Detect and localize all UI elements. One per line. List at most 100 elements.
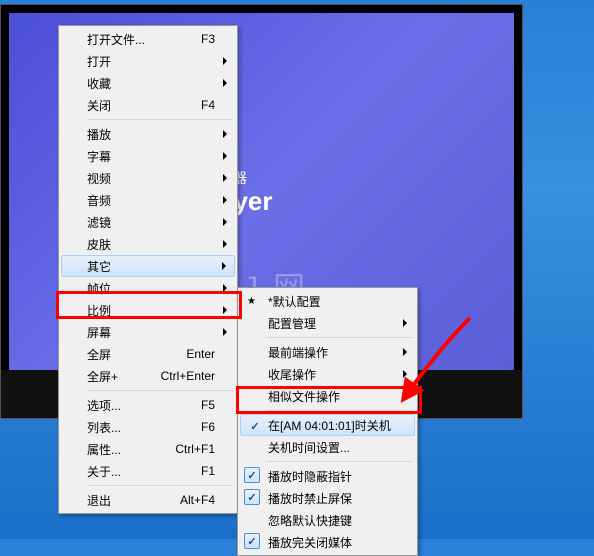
menu-item[interactable]: 打开文件... F3: [61, 28, 235, 50]
menu-item[interactable]: 属性... Ctrl+F1: [61, 438, 235, 460]
menu-item-label: 帧位: [87, 280, 229, 297]
menu-item-shortcut: F1: [201, 464, 215, 478]
submenu-arrow-icon: [223, 284, 227, 292]
submenu-arrow-icon: [403, 392, 407, 400]
menu-item-shortcut: F3: [201, 32, 215, 46]
submenu-arrow-icon: [403, 348, 407, 356]
submenu-item[interactable]: 忽略默认快捷键: [240, 509, 415, 531]
submenu-arrow-icon: [223, 196, 227, 204]
menu-item[interactable]: 字幕: [61, 145, 235, 167]
menu-item[interactable]: 关闭 F4: [61, 94, 235, 116]
menu-separator: [266, 461, 413, 462]
menu-item[interactable]: 屏幕: [61, 321, 235, 343]
menu-item-label: 视频: [87, 170, 229, 187]
menu-item-label: 打开文件...: [87, 31, 193, 48]
menu-item[interactable]: 播放: [61, 123, 235, 145]
check-icon: ✓: [247, 418, 263, 434]
menu-item[interactable]: 关于... F1: [61, 460, 235, 482]
submenu-arrow-icon: [403, 319, 407, 327]
submenu-item-label: 配置管理: [268, 315, 316, 332]
submenu-item-label: 最前端操作: [268, 344, 328, 361]
submenu-arrow-icon: [223, 79, 227, 87]
menu-item[interactable]: 皮肤: [61, 233, 235, 255]
menu-item-label: 比例: [87, 302, 229, 319]
submenu-item-label: 在[AM 04:01:01]时关机: [268, 417, 391, 434]
menu-separator: [266, 410, 413, 411]
menu-item[interactable]: 退出 Alt+F4: [61, 489, 235, 511]
menu-item-label: 收藏: [87, 75, 229, 92]
check-icon: ✓: [244, 489, 260, 505]
menu-item-label: 滤镜: [87, 214, 229, 231]
menu-item-label: 列表...: [87, 419, 193, 436]
submenu-item[interactable]: 关机时间设置...: [240, 436, 415, 458]
menu-item-label: 屏幕: [87, 324, 229, 341]
submenu-arrow-icon: [222, 262, 226, 270]
menu-item[interactable]: 打开: [61, 50, 235, 72]
menu-separator: [87, 119, 233, 120]
submenu-item-label: 播放时禁止屏保: [268, 490, 352, 507]
check-icon: ✓: [244, 533, 260, 549]
menu-item-shortcut: F4: [201, 98, 215, 112]
submenu-arrow-icon: [403, 370, 407, 378]
menu-item[interactable]: 全屏 Enter: [61, 343, 235, 365]
submenu-item-label: 收尾操作: [268, 366, 316, 383]
submenu-arrow-icon: [223, 306, 227, 314]
submenu-other[interactable]: ★ *默认配置配置管理最前端操作收尾操作相似文件操作 ✓ 在[AM 04:01:01]…: [237, 287, 418, 556]
menu-item-label: 皮肤: [87, 236, 229, 253]
menu-item[interactable]: 帧位: [61, 277, 235, 299]
menu-item-shortcut: Enter: [186, 347, 215, 361]
menu-item[interactable]: 其它: [61, 255, 235, 277]
menu-item-label: 其它: [87, 258, 229, 275]
menu-item[interactable]: 比例: [61, 299, 235, 321]
submenu-item[interactable]: ✓ 在[AM 04:01:01]时关机: [240, 414, 415, 436]
submenu-item[interactable]: 收尾操作: [240, 363, 415, 385]
submenu-item[interactable]: 最前端操作: [240, 341, 415, 363]
menu-item-label: 全屏+: [87, 368, 153, 385]
submenu-item-label: 相似文件操作: [268, 388, 340, 405]
submenu-item[interactable]: ✓ 播放时隐蔽指针: [240, 465, 415, 487]
submenu-arrow-icon: [223, 152, 227, 160]
menu-item-label: 打开: [87, 53, 229, 70]
submenu-arrow-icon: [223, 130, 227, 138]
menu-item-label: 关于...: [87, 463, 193, 480]
submenu-arrow-icon: [223, 240, 227, 248]
submenu-item[interactable]: 配置管理: [240, 312, 415, 334]
check-icon: ✓: [244, 467, 260, 483]
menu-item-label: 选项...: [87, 397, 193, 414]
menu-item[interactable]: 全屏+ Ctrl+Enter: [61, 365, 235, 387]
menu-item-label: 全屏: [87, 346, 178, 363]
menu-separator: [87, 390, 233, 391]
menu-item[interactable]: 收藏: [61, 72, 235, 94]
menu-item-label: 音频: [87, 192, 229, 209]
submenu-item[interactable]: ✓ 播放完关闭媒体: [240, 531, 415, 553]
menu-item-label: 属性...: [87, 441, 167, 458]
submenu-arrow-icon: [223, 218, 227, 226]
submenu-item-label: 忽略默认快捷键: [268, 512, 352, 529]
menu-item-label: 字幕: [87, 148, 229, 165]
submenu-arrow-icon: [223, 174, 227, 182]
submenu-item-label: 关机时间设置...: [268, 439, 350, 456]
menu-item-shortcut: Ctrl+F1: [175, 442, 215, 456]
menu-item-shortcut: Ctrl+Enter: [161, 369, 215, 383]
menu-item[interactable]: 音频: [61, 189, 235, 211]
menu-item-shortcut: F5: [201, 398, 215, 412]
menu-item[interactable]: 滤镜: [61, 211, 235, 233]
submenu-arrow-icon: [223, 57, 227, 65]
menu-item[interactable]: 视频: [61, 167, 235, 189]
menu-item-label: 退出: [87, 492, 172, 509]
submenu-arrow-icon: [223, 328, 227, 336]
submenu-item[interactable]: ✓ 播放时禁止屏保: [240, 487, 415, 509]
submenu-item-label: 播放时隐蔽指针: [268, 468, 352, 485]
menu-item[interactable]: 选项... F5: [61, 394, 235, 416]
menu-item[interactable]: 列表...F6: [61, 416, 235, 438]
submenu-item-label: 播放完关闭媒体: [268, 534, 352, 551]
menu-separator: [87, 485, 233, 486]
menu-separator: [266, 337, 413, 338]
star-icon: ★: [247, 296, 256, 307]
menu-item-label: 关闭: [87, 97, 193, 114]
submenu-item[interactable]: 相似文件操作: [240, 385, 415, 407]
menu-item-shortcut: Alt+F4: [180, 493, 215, 507]
context-menu[interactable]: 打开文件... F3 打开收藏关闭 F4 播放字幕视频音频滤镜皮肤其它帧位比例屏幕全屏 E…: [58, 25, 238, 514]
submenu-item[interactable]: ★ *默认配置: [240, 290, 415, 312]
submenu-item-label: *默认配置: [268, 293, 321, 310]
